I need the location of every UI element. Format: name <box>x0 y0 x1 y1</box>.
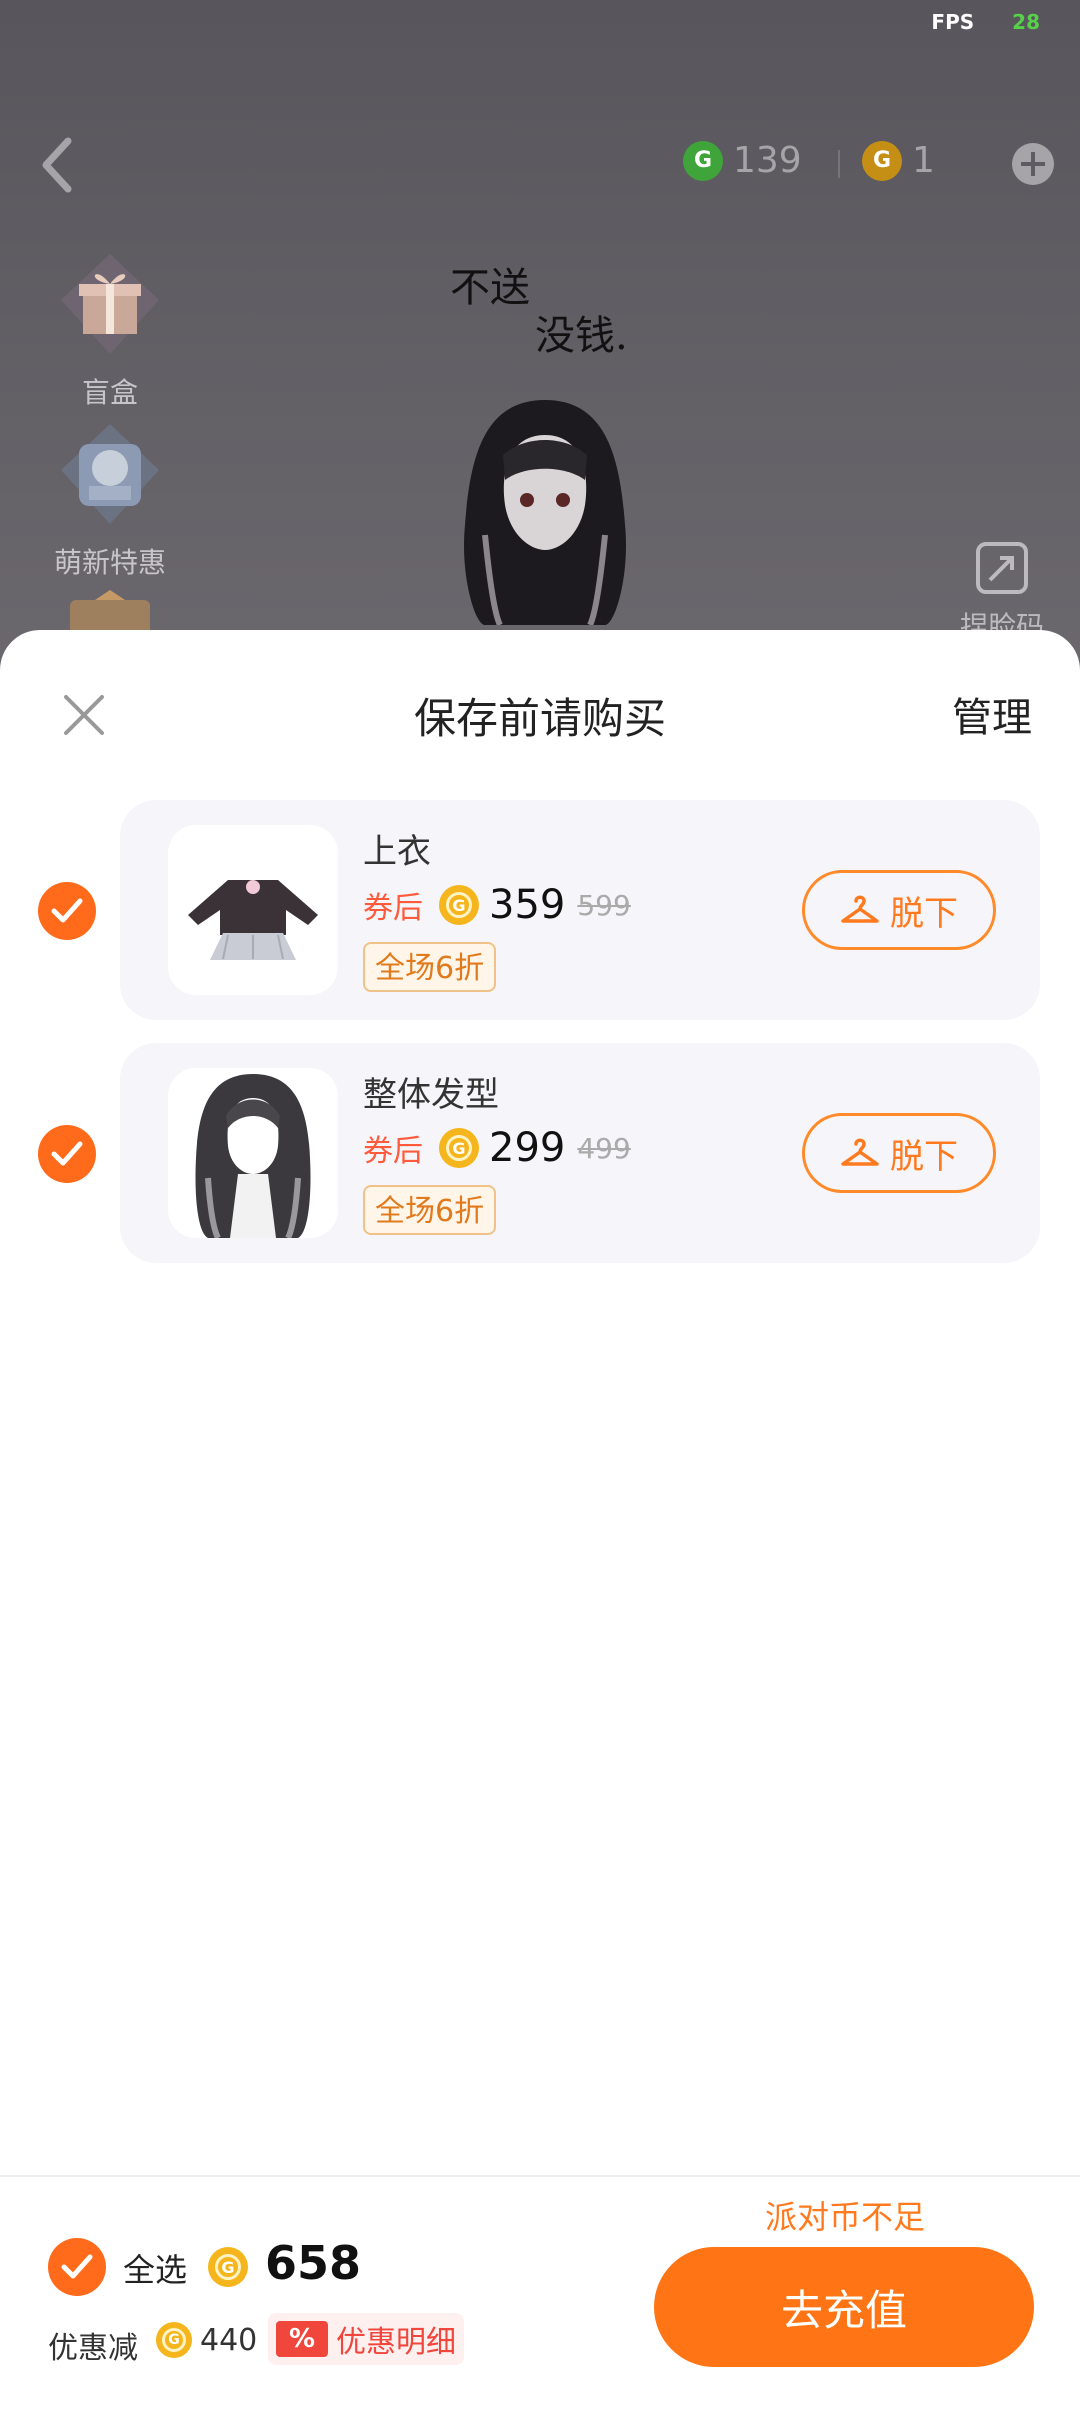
checkmark-icon <box>61 2254 93 2279</box>
discount-badge: 全场6折 <box>363 942 497 992</box>
item-thumbnail-top <box>168 825 338 995</box>
newbie-gift-icon <box>61 424 159 524</box>
gold-coin-icon: G <box>208 2247 248 2287</box>
top-garment-image <box>188 880 318 960</box>
gold-coin-count: 1 <box>912 140 935 181</box>
after-coupon-label: 券后 <box>363 891 423 926</box>
green-coin-icon: G <box>683 140 723 181</box>
gold-coin-icon: G <box>439 1128 479 1168</box>
sidebar-item-label: 盲盒 <box>81 376 138 409</box>
avatar-character <box>464 400 626 625</box>
back-arrow-icon[interactable] <box>38 135 78 195</box>
item-name: 上衣 <box>363 832 431 872</box>
discount-amount: 440 <box>200 2323 258 2358</box>
currency-divider <box>838 150 840 178</box>
cart-item-hair: 整体发型 券后 G 299 499 全场6折 脱下 <box>120 1043 1040 1263</box>
recharge-button[interactable]: 去充值 <box>654 2247 1034 2367</box>
price-row: 券后 G 359 599 <box>363 882 631 928</box>
total-price: 658 <box>265 2236 362 2290</box>
remove-button[interactable]: 脱下 <box>802 870 996 950</box>
select-all-label[interactable]: 全选 <box>123 2245 187 2291</box>
after-coupon-label: 券后 <box>363 1134 423 1169</box>
item-checkbox-top[interactable] <box>38 882 96 940</box>
item-name: 整体发型 <box>363 1075 499 1115</box>
fps-counter: FPS 28 <box>931 10 1040 34</box>
discount-label: 优惠减 <box>48 2331 138 2366</box>
gold-coin-balance: G 1 <box>862 140 935 181</box>
item-original-price: 599 <box>577 888 631 922</box>
cart-item-top: 上衣 券后 G 359 599 全场6折 脱下 <box>120 800 1040 1020</box>
sidebar-partial-icon <box>70 590 150 635</box>
discount-badge: 全场6折 <box>363 1185 497 1235</box>
item-price: 299 <box>489 1125 566 1171</box>
hanger-icon <box>841 1138 879 1166</box>
gift-box-icon <box>61 254 159 354</box>
hanger-icon <box>841 895 879 923</box>
gold-coin-icon: G <box>862 140 902 181</box>
green-coin-balance: G 139 <box>683 140 802 181</box>
discount-detail-button[interactable]: % 优惠明细 <box>268 2313 464 2365</box>
add-currency-icon[interactable] <box>1012 143 1054 185</box>
gold-coin-icon: G <box>439 885 479 925</box>
sidebar-item-newbie-deal[interactable]: 萌新特惠 <box>40 420 180 581</box>
hairstyle-image <box>195 1074 311 1238</box>
fps-label: FPS <box>931 10 975 34</box>
face-code-icon <box>976 542 1028 594</box>
item-price: 359 <box>489 882 566 928</box>
insufficient-coins-notice: 派对币不足 <box>765 2198 926 2236</box>
item-checkbox-hair[interactable] <box>38 1125 96 1183</box>
doodle-text-line1: 不送 <box>450 265 530 311</box>
manage-button[interactable]: 管理 <box>952 685 1032 743</box>
remove-label: 脱下 <box>890 1136 958 1177</box>
sheet-title: 保存前请购买 <box>413 694 666 743</box>
discount-percent-icon: % <box>276 2321 328 2357</box>
sidebar-item-label: 萌新特惠 <box>53 546 166 579</box>
sidebar-item-blind-box[interactable]: 盲盒 <box>40 250 180 411</box>
item-thumbnail-hair <box>168 1068 338 1238</box>
remove-label: 脱下 <box>890 893 958 934</box>
remove-button[interactable]: 脱下 <box>802 1113 996 1193</box>
fps-value: 28 <box>1012 10 1040 34</box>
gold-coin-icon: G <box>156 2322 192 2358</box>
price-row: 券后 G 299 499 <box>363 1125 631 1171</box>
checkmark-icon <box>51 898 83 923</box>
select-all-checkbox[interactable] <box>48 2238 106 2296</box>
item-original-price: 499 <box>577 1131 631 1165</box>
green-coin-count: 139 <box>733 140 802 181</box>
doodle-text-line2: 没钱. <box>535 313 628 359</box>
checkmark-icon <box>51 1141 83 1166</box>
discount-detail-label: 优惠明细 <box>336 2325 456 2360</box>
